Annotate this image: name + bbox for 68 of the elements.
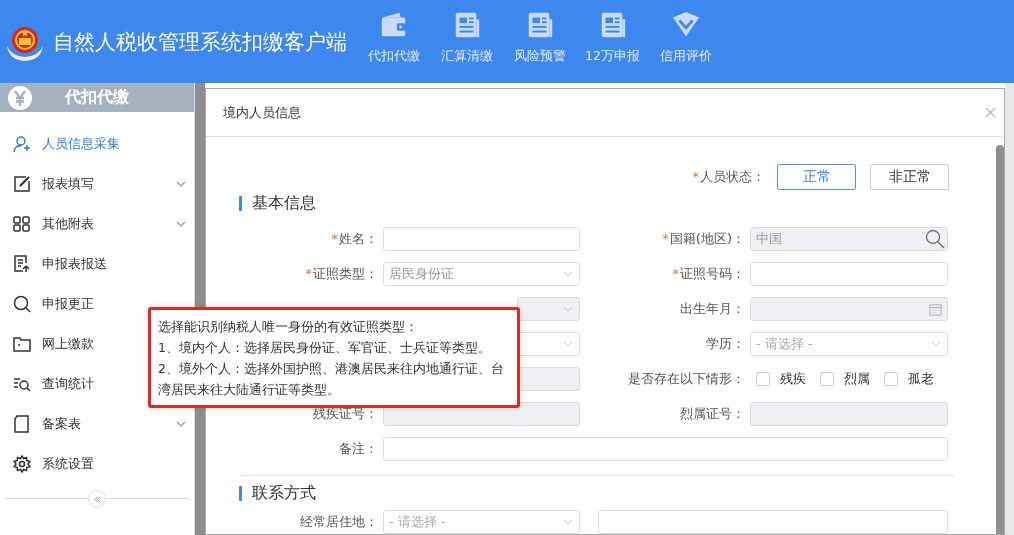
- field-label: 是否存在以下情形：: [627, 370, 746, 388]
- menu-item[interactable]: 系统设置: [0, 444, 194, 484]
- app-title: 自然人税收管理系统扣缴客户端: [53, 28, 347, 56]
- checkbox[interactable]: [756, 372, 770, 386]
- input-field[interactable]: [383, 437, 948, 461]
- file-icon: [13, 415, 31, 433]
- select-field[interactable]: - 请选择 -: [750, 332, 948, 356]
- field-label: 经常居住地：: [299, 513, 379, 531]
- tooltip-text: 1、境内个人：选择居民身份证、军官证、士兵证等类型。: [158, 339, 492, 357]
- tooltip-text: 选择能识别纳税人唯一身份的有效证照类型：: [158, 318, 419, 336]
- input-field[interactable]: [383, 227, 580, 251]
- nav-item[interactable]: 风险预警: [503, 0, 576, 83]
- dialog-title: 境内人员信息: [223, 103, 301, 122]
- chevron-icon: [563, 271, 573, 277]
- menu-item[interactable]: 人员信息采集: [0, 124, 194, 164]
- chevron-icon: [563, 341, 573, 347]
- chevron-icon: [563, 519, 573, 525]
- chevron-icon: [563, 306, 573, 312]
- status-button[interactable]: 正常: [777, 164, 856, 190]
- person-icon: [13, 135, 31, 153]
- chevron-icon: [931, 341, 941, 347]
- settings-icon: [13, 455, 31, 473]
- field-label: 烈属证号：: [679, 405, 746, 423]
- field-label: 学历：: [705, 335, 746, 353]
- sidebar-title: 代扣代缴: [65, 87, 129, 108]
- checkbox[interactable]: [820, 372, 834, 386]
- menu-item[interactable]: 申报表报送: [0, 244, 194, 284]
- field-label: *证照类型：: [304, 265, 379, 283]
- menu-item[interactable]: 备案表: [0, 404, 194, 444]
- field-label: 备注：: [338, 440, 379, 458]
- checkbox-label: 孤老: [908, 370, 934, 388]
- close-icon[interactable]: [985, 107, 996, 118]
- input-field[interactable]: [750, 262, 948, 286]
- field-label: *证照号码：: [671, 265, 746, 283]
- field-label: *姓名：: [330, 230, 379, 248]
- field-label: 残疾证号：: [312, 405, 379, 423]
- chevron-icon: [176, 421, 186, 427]
- select-field[interactable]: 居民身份证: [383, 262, 580, 286]
- chevron-icon: [176, 181, 186, 187]
- edit-icon: [13, 175, 31, 193]
- nav-item[interactable]: 汇算清缴: [430, 0, 503, 83]
- section-title: 联系方式: [252, 482, 316, 504]
- select-field[interactable]: - 请选择 -: [383, 510, 580, 534]
- query-icon: [13, 375, 31, 393]
- search-icon: [13, 295, 31, 313]
- report-icon: [13, 255, 31, 273]
- select-field[interactable]: [517, 332, 580, 356]
- folder-icon: [13, 335, 31, 353]
- checkbox-label: 烈属: [844, 370, 870, 388]
- nav-item[interactable]: 代扣代缴: [357, 0, 430, 83]
- input-field[interactable]: [598, 510, 948, 534]
- scrollbar[interactable]: [996, 145, 1004, 534]
- menu-item[interactable]: 报表填写: [0, 164, 194, 204]
- menu-item[interactable]: 其他附表: [0, 204, 194, 244]
- nav-item[interactable]: 信用评价: [649, 0, 722, 83]
- nav-item[interactable]: 12万申报: [576, 0, 649, 83]
- field-label: *国籍(地区)：: [661, 230, 746, 248]
- collapse-button[interactable]: [88, 490, 106, 508]
- chevron-icon: [176, 221, 186, 227]
- section-title: 基本信息: [252, 192, 316, 214]
- grid-icon: [13, 215, 31, 233]
- field-label: 出生年月：: [679, 300, 746, 318]
- field-label: *人员状态：: [692, 168, 766, 186]
- checkbox-label: 残疾: [780, 370, 806, 388]
- tooltip-text: 2、境外个人：选择外国护照、港澳居民来往内地通行证、台湾居民来往大陆通行证等类型。: [158, 360, 505, 399]
- double-chevron-icon: [92, 495, 102, 503]
- checkbox[interactable]: [884, 372, 898, 386]
- status-button[interactable]: 非正常: [870, 164, 949, 190]
